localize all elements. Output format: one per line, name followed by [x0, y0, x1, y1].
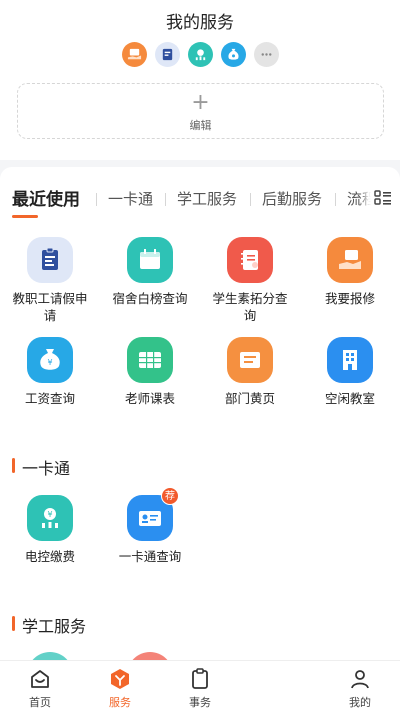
app-label: 电控缴费 — [24, 549, 75, 564]
home-icon — [31, 670, 49, 688]
service-cube-icon — [111, 669, 129, 689]
app-label: 老师课表 — [124, 391, 175, 406]
app-label: 宿舍白榜查询 — [112, 291, 188, 306]
active-tab-indicator — [12, 215, 38, 218]
calendar-card-icon[interactable] — [154, 42, 180, 67]
nav-services[interactable]: 服务 — [90, 667, 150, 710]
tab-divider — [96, 193, 97, 206]
nav-label: 事务 — [189, 696, 211, 709]
app-salary[interactable]: ¥ 工资查询 — [3, 337, 97, 407]
app-card-query[interactable]: 荐 一卡通查询 — [103, 487, 197, 565]
building-icon — [327, 337, 373, 383]
notebook-icon — [227, 237, 273, 283]
bottom-nav: 首页 服务 事务 我的 — [0, 660, 400, 710]
category-tabs: 最近使用 一卡通 学工服务 后勤服务 流程 — [0, 185, 400, 218]
edit-label: 编辑 — [189, 119, 212, 132]
app-staff-leave[interactable]: 教职工请假申请 — [3, 237, 97, 324]
app-label: 学生素拓分查询 — [212, 291, 288, 323]
app-label: 空闲教室 — [324, 391, 375, 406]
app-dorm-list[interactable]: 宿舍白榜查询 — [103, 237, 197, 307]
my-services-panel: 我的服务 + 编辑 — [0, 0, 400, 160]
edit-button[interactable]: + 编辑 — [17, 83, 384, 139]
nav-label: 我的 — [349, 696, 371, 709]
app-label: 我要报修 — [324, 291, 375, 306]
services-card: 最近使用 一卡通 学工服务 后勤服务 流程 教职工请假申请 宿舍白榜查询 学生素… — [0, 167, 400, 667]
calendar-icon — [127, 237, 173, 283]
tab-divider — [335, 193, 336, 206]
app-electricity-payment[interactable]: ¥ 电控缴费 — [3, 495, 97, 565]
timetable-icon — [127, 337, 173, 383]
tab-recent[interactable]: 最近使用 — [12, 185, 80, 210]
svg-text:¥: ¥ — [47, 358, 52, 367]
svg-text:¥: ¥ — [47, 510, 52, 519]
app-repair-request[interactable]: 我要报修 — [303, 237, 397, 307]
tab-student-affairs[interactable]: 学工服务 — [177, 188, 237, 209]
app-label: 部门黄页 — [224, 391, 275, 406]
leave-form-icon — [27, 237, 73, 283]
nav-affairs[interactable]: 事务 — [170, 667, 230, 710]
plus-icon: + — [191, 90, 210, 115]
nav-mine[interactable]: 我的 — [330, 667, 390, 710]
money-bag-icon[interactable] — [220, 42, 246, 67]
user-icon — [351, 670, 369, 689]
money-bag-icon: ¥ — [27, 337, 73, 383]
app-label: 教职工请假申请 — [12, 291, 88, 323]
app-label: 一卡通查询 — [118, 549, 182, 564]
more-icon[interactable] — [253, 42, 279, 67]
task-icon — [192, 668, 208, 689]
my-services-shortcuts — [0, 42, 400, 67]
id-card-icon: 荐 — [127, 487, 179, 541]
section-title-student-services: 学工服务 — [12, 613, 86, 637]
app-teacher-timetable[interactable]: 老师课表 — [103, 337, 197, 407]
hand-card-icon[interactable] — [121, 42, 147, 67]
chart-coin-icon[interactable] — [187, 42, 213, 67]
nav-label: 首页 — [29, 696, 51, 709]
grid-list-icon — [374, 190, 391, 205]
tab-logistics[interactable]: 后勤服务 — [262, 188, 322, 209]
recommend-badge: 荐 — [161, 487, 179, 505]
app-label: 工资查询 — [24, 391, 75, 406]
page-title: 我的服务 — [166, 13, 234, 33]
grid-menu-button[interactable] — [371, 185, 395, 211]
power-coin-icon: ¥ — [27, 495, 73, 541]
hand-repair-icon — [327, 237, 373, 283]
tab-divider — [250, 193, 251, 206]
tab-divider — [165, 193, 166, 206]
section-title-campus-card: 一卡通 — [12, 455, 70, 479]
tab-campus-card[interactable]: 一卡通 — [108, 188, 153, 209]
nav-label: 服务 — [109, 696, 131, 709]
app-department-directory[interactable]: 部门黄页 — [203, 337, 297, 407]
yellow-pages-icon — [227, 337, 273, 383]
app-free-classroom[interactable]: 空闲教室 — [303, 337, 397, 407]
app-student-credits[interactable]: 学生素拓分查询 — [203, 237, 297, 324]
nav-home[interactable]: 首页 — [10, 667, 70, 710]
